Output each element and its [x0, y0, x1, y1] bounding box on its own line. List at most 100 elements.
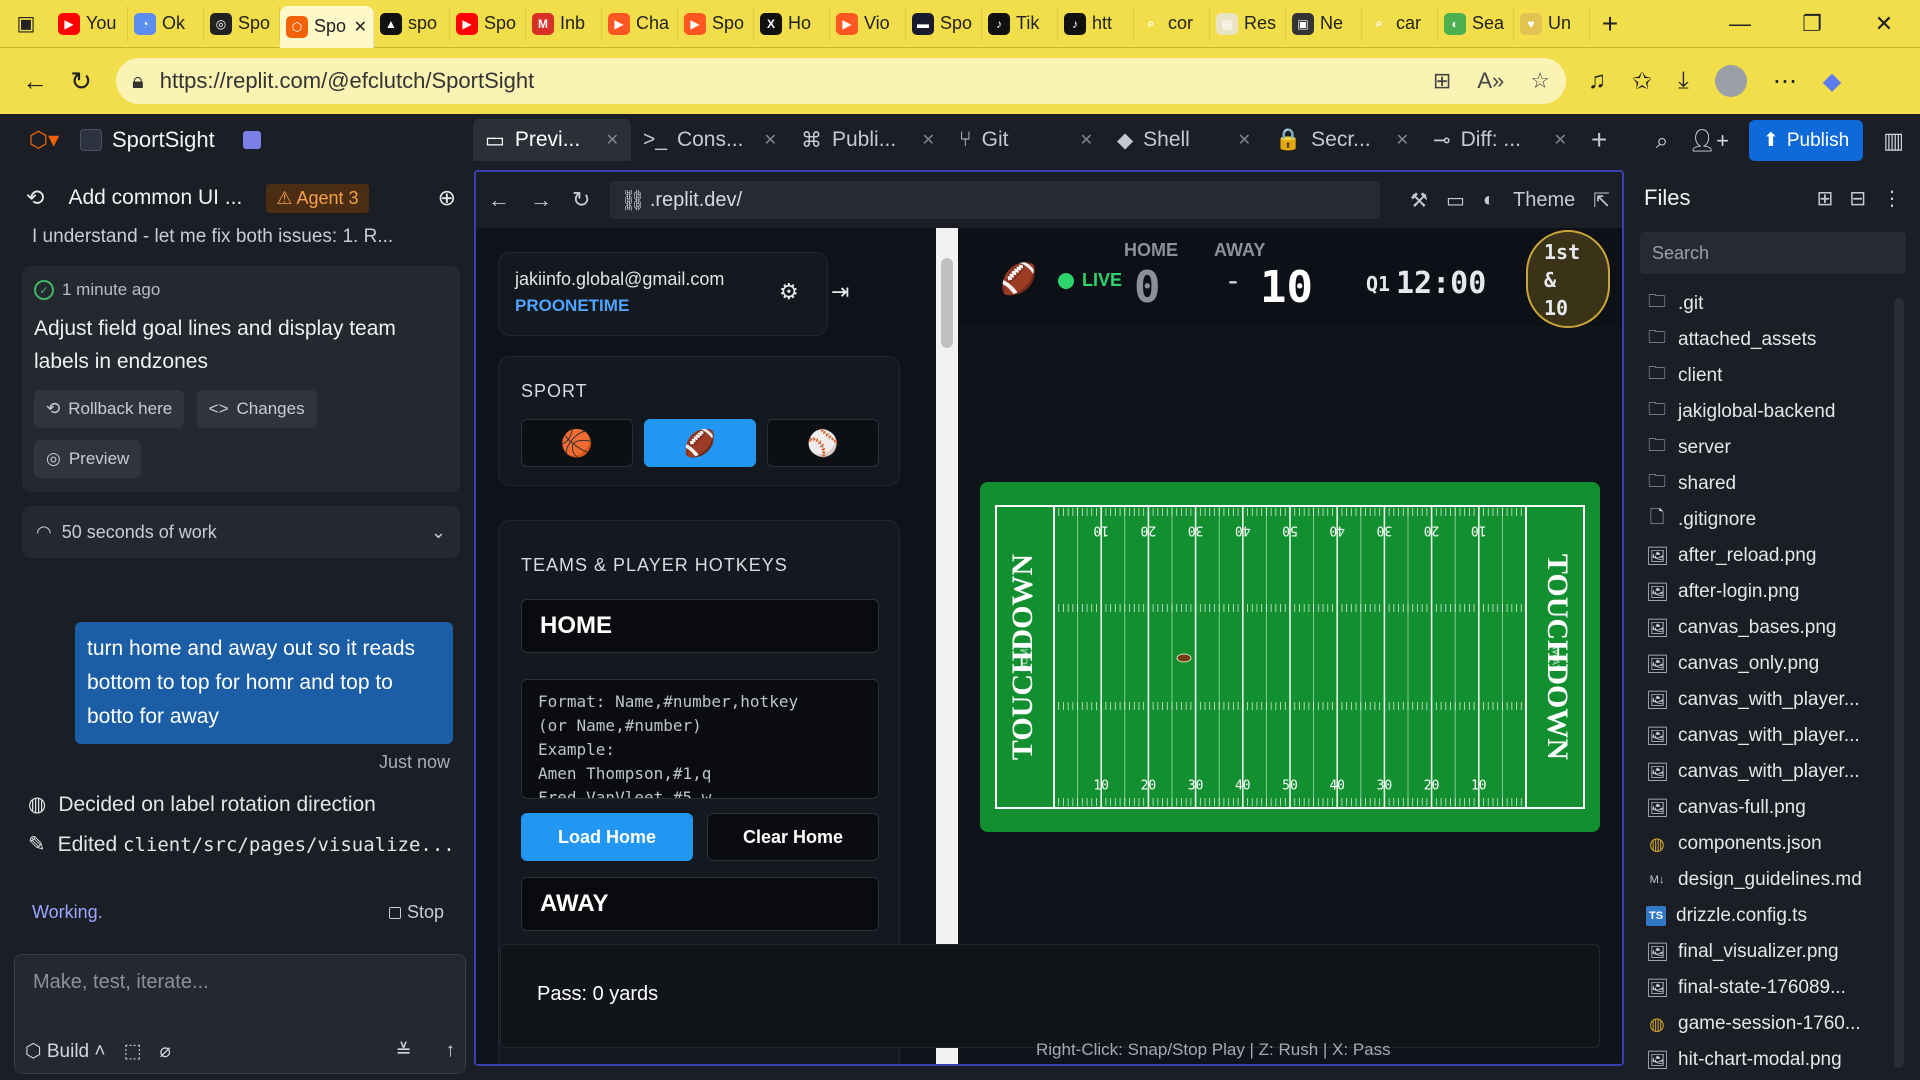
url-text[interactable]: https://replit.com/@efclutch/SportSight: [160, 68, 535, 94]
sport-baseball-button[interactable]: ⚾: [767, 419, 879, 467]
workspace-tab[interactable]: 🔒 Secr... ✕: [1263, 119, 1421, 161]
action-edited[interactable]: ✎ Edited client/src/pages/visualize...: [28, 832, 455, 857]
browser-tab[interactable]: M Inb: [526, 5, 602, 42]
browser-tab[interactable]: ▣ Ne: [1286, 5, 1362, 42]
new-folder-icon[interactable]: ⊟: [1849, 186, 1866, 211]
scrollbar-thumb[interactable]: [941, 258, 953, 348]
prompt-composer[interactable]: Make, test, iterate... ⬡ Build ˄ ⬚ ⌀ ≚ ↑: [14, 954, 466, 1074]
more-menu-icon[interactable]: ⋯: [1773, 67, 1797, 96]
sport-football-button[interactable]: 🏈: [644, 419, 756, 467]
browser-tab[interactable]: ▬ Spo: [906, 5, 982, 42]
browser-tab[interactable]: ▶ Spo: [678, 5, 754, 42]
app-available-icon[interactable]: ⊞: [1433, 68, 1451, 94]
invite-user-icon[interactable]: 👤︎+: [1688, 128, 1729, 154]
tab-actions-icon[interactable]: ▣: [0, 0, 52, 48]
file-tree-item[interactable]: 🗀 shared: [1634, 466, 1912, 502]
close-window-icon[interactable]: ✕: [1848, 11, 1920, 37]
browser-tab[interactable]: X Ho: [754, 5, 830, 42]
files-scrollbar[interactable]: [1894, 298, 1904, 1068]
settings-sliders-icon[interactable]: ≚: [396, 1040, 412, 1063]
close-tab-icon[interactable]: ✕: [1396, 130, 1409, 150]
close-tab-icon[interactable]: ✕: [1080, 130, 1093, 150]
copilot-icon[interactable]: ◆: [1823, 67, 1841, 96]
file-tree-item[interactable]: 🗀 server: [1634, 430, 1912, 466]
downloads-icon[interactable]: ⤓: [1678, 67, 1689, 95]
file-tree-item[interactable]: 🖼 canvas_only.png: [1634, 646, 1912, 682]
add-tab-button[interactable]: +: [1579, 119, 1627, 161]
workspace-tab[interactable]: >_ Cons... ✕: [631, 119, 789, 161]
preview-url-bar[interactable]: ⛓︎ .replit.dev/: [610, 181, 1381, 219]
project-selector[interactable]: SportSight: [80, 127, 261, 153]
read-aloud-icon[interactable]: A»: [1477, 68, 1504, 94]
changes-button[interactable]: <> Changes: [196, 390, 317, 428]
close-tab-icon[interactable]: ✕: [354, 17, 367, 37]
browser-tab[interactable]: ◔ Ok: [128, 5, 204, 42]
file-tree-item[interactable]: 🖼 canvas-full.png: [1634, 790, 1912, 826]
workspace-tab[interactable]: ⌘ Publi... ✕: [789, 119, 947, 161]
theme-icon[interactable]: ◐: [1483, 189, 1495, 212]
close-tab-icon[interactable]: ✕: [1238, 130, 1251, 150]
files-menu-icon[interactable]: ⋮: [1882, 186, 1902, 211]
sport-basketball-button[interactable]: 🏀: [521, 419, 633, 467]
browser-tab[interactable]: ◐ Sea: [1438, 5, 1514, 42]
select-element-icon[interactable]: ⬚: [124, 1040, 142, 1063]
close-tab-icon[interactable]: ✕: [764, 130, 777, 150]
address-bar[interactable]: 🔒︎ https://replit.com/@efclutch/SportSig…: [116, 58, 1566, 104]
preview-back-icon[interactable]: ←: [488, 187, 510, 213]
new-tab-button[interactable]: +: [1590, 8, 1630, 40]
devtools-icon[interactable]: ⚒: [1410, 188, 1428, 213]
close-tab-icon[interactable]: ✕: [606, 130, 619, 150]
file-tree-item[interactable]: ◍ game-session-1760...: [1634, 1006, 1912, 1042]
stop-button[interactable]: Stop: [388, 902, 444, 923]
settings-gear-icon[interactable]: ⚙: [779, 279, 799, 305]
attach-icon[interactable]: ⌀: [159, 1040, 170, 1063]
favorites-icon[interactable]: ✩: [1632, 67, 1652, 96]
favorite-star-icon[interactable]: ☆: [1530, 68, 1550, 94]
file-tree-item[interactable]: 🖼 after-login.png: [1634, 574, 1912, 610]
workspace-tab[interactable]: ⊸ Diff: ... ✕: [1421, 119, 1579, 161]
file-tree-item[interactable]: 🖼 hit-chart-modal.png: [1634, 1042, 1912, 1078]
sidebar-scrollbar[interactable]: [936, 228, 958, 1064]
preview-reload-icon[interactable]: ↻: [572, 187, 590, 213]
prompt-input[interactable]: Make, test, iterate...: [15, 955, 465, 1010]
build-mode-button[interactable]: ⬡ Build ˄: [25, 1040, 106, 1063]
workspace-tab[interactable]: ▭ Previ... ✕: [473, 119, 631, 161]
history-icon[interactable]: ⟲: [26, 185, 44, 211]
preview-forward-icon[interactable]: →: [530, 187, 552, 213]
layout-toggle-icon[interactable]: ▥: [1883, 128, 1904, 154]
search-icon[interactable]: ⌕: [1656, 128, 1668, 154]
close-tab-icon[interactable]: ✕: [922, 130, 935, 150]
device-icon[interactable]: ▭: [1446, 188, 1465, 213]
replit-logo-icon[interactable]: ⬡▾: [24, 120, 64, 160]
workspace-tab[interactable]: ◆ Shell ✕: [1105, 119, 1263, 161]
football-field[interactable]: 10 20 30 40 50 40 30 20 10 10 20 30 40 50 40 30 20 10 TO…: [980, 482, 1600, 832]
browser-tab[interactable]: ◎ Spo: [204, 5, 280, 42]
browser-tab[interactable]: ▶ Spo: [450, 5, 526, 42]
browser-tab[interactable]: ▶ You: [52, 5, 128, 42]
browser-tab[interactable]: ▲ spo: [374, 5, 450, 42]
file-tree-item[interactable]: M↓ design_guidelines.md: [1634, 862, 1912, 898]
theme-label[interactable]: Theme: [1513, 189, 1575, 212]
extensions-icon[interactable]: ♫: [1588, 67, 1606, 95]
maximize-icon[interactable]: ❐: [1776, 11, 1848, 37]
open-external-icon[interactable]: ⇱: [1593, 188, 1610, 213]
home-roster-textarea[interactable]: Format: Name,#number,hotkey (or Name,#nu…: [521, 679, 879, 799]
close-tab-icon[interactable]: ✕: [1554, 130, 1567, 150]
field-canvas[interactable]: 10 20 30 40 50 40 30 20 10 10 20 30 40 50 40 30 20 10 TO…: [980, 482, 1600, 832]
file-tree-item[interactable]: 🖼 canvas_with_player...: [1634, 682, 1912, 718]
file-tree-item[interactable]: 🗀 client: [1634, 358, 1912, 394]
new-file-icon[interactable]: ⊞: [1816, 186, 1833, 211]
logout-icon[interactable]: ⇥: [831, 279, 849, 305]
browser-tab[interactable]: ▶ Cha: [602, 5, 678, 42]
minimize-icon[interactable]: —: [1704, 11, 1776, 37]
browser-tab[interactable]: ♥ Un: [1514, 5, 1590, 42]
preview-button[interactable]: ◎ Preview: [34, 440, 142, 478]
file-tree-item[interactable]: 🗀 jakiglobal-backend: [1634, 394, 1912, 430]
browser-tab[interactable]: ▤ Res: [1210, 5, 1286, 42]
browser-tab[interactable]: ▶ Vio: [830, 5, 906, 42]
browser-tab[interactable]: ♪ Tik: [982, 5, 1058, 42]
file-tree-item[interactable]: 🖼 canvas_bases.png: [1634, 610, 1912, 646]
new-chat-icon[interactable]: ⊕: [438, 185, 456, 211]
file-tree-item[interactable]: 🖼 final-state-176089...: [1634, 970, 1912, 1006]
browser-tab[interactable]: ⌕ cor: [1134, 5, 1210, 42]
